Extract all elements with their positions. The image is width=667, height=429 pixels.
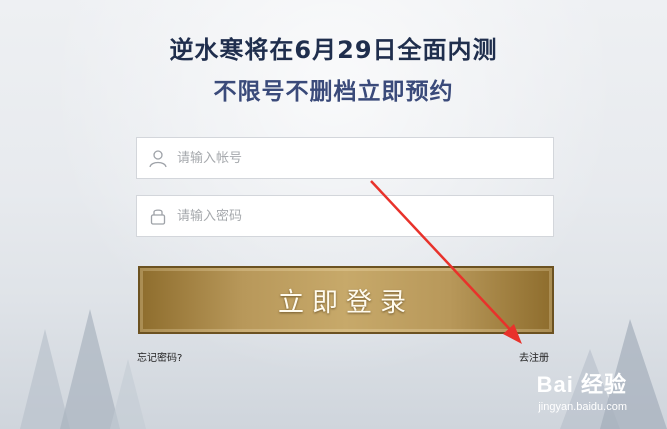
lock-icon bbox=[147, 205, 169, 227]
register-link[interactable]: 去注册 bbox=[519, 349, 549, 364]
headline-line-1: 逆水寒将在6月29日全面内测 bbox=[169, 36, 498, 64]
password-field[interactable] bbox=[136, 195, 554, 237]
login-button-label: 立即登录 bbox=[277, 287, 414, 318]
baidu-jingyan-watermark: Bai 经验 jingyan.baidu.com bbox=[537, 367, 627, 413]
forgot-password-link[interactable]: 忘记密码? bbox=[137, 349, 182, 364]
watermark-logo: Bai 经验 bbox=[536, 372, 627, 397]
watermark-url: jingyan.baidu.com bbox=[538, 401, 627, 413]
user-icon bbox=[147, 147, 169, 169]
headline-line-2: 不限号不删档立即预约 bbox=[213, 79, 454, 105]
login-button[interactable]: 立即登录 bbox=[138, 266, 554, 334]
password-input[interactable] bbox=[175, 207, 539, 225]
username-field[interactable] bbox=[136, 137, 554, 179]
username-input[interactable] bbox=[175, 149, 539, 167]
